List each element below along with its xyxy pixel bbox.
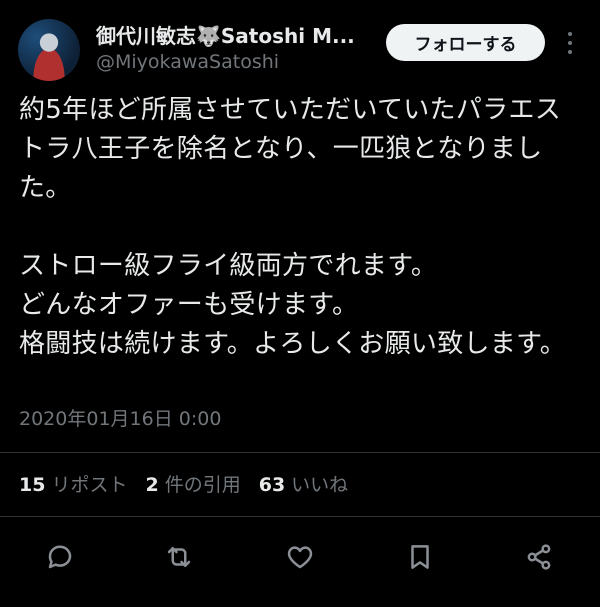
user-handle[interactable]: @MiyokawaSatoshi [96,51,279,73]
bookmark-icon[interactable] [398,535,442,579]
display-name-row[interactable]: 御代川敏志🐺Satoshi M... [96,20,376,49]
tweet-timestamp[interactable]: 2020年01月16日 0:00 [19,404,221,431]
display-name[interactable]: 御代川敏志🐺Satoshi M... [96,24,355,48]
quotes-label: 件の引用 [164,474,241,496]
like-icon[interactable] [278,535,322,579]
reply-icon[interactable] [38,535,82,579]
likes-count: 63 [258,474,286,496]
avatar[interactable] [18,19,80,81]
repost-icon[interactable] [157,535,201,579]
likes-label: いいね [291,474,349,496]
tweet-header: 御代川敏志🐺Satoshi M... @MiyokawaSatoshi フォロー… [0,0,600,90]
quotes-count: 2 [145,474,159,496]
reposts-stat[interactable]: 15 リポスト [19,470,127,497]
likes-stat[interactable]: 63 いいね [259,470,348,497]
engagement-stats: 15 リポスト 2 件の引用 63 いいね [19,470,348,497]
tweet-text: 約5年ほど所属させていただいていたパラエストラ八王子を除名となり、一匹狼となりま… [19,95,567,359]
share-icon[interactable] [517,535,561,579]
quotes-stat[interactable]: 2 件の引用 [145,470,240,497]
reposts-count: 15 [19,474,46,496]
divider [0,452,600,453]
divider [0,516,600,517]
action-bar [0,535,600,579]
follow-button[interactable]: フォローする [386,24,545,61]
more-vertical-icon[interactable] [560,32,580,54]
reposts-label: リポスト [51,474,128,496]
